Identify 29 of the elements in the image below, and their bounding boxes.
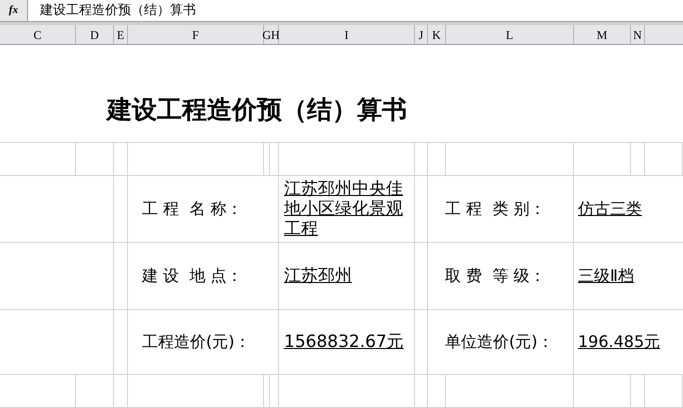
column-header[interactable]: GH (264, 25, 279, 44)
field-label: 单位造价(元)： (445, 331, 554, 353)
column-header[interactable]: K (428, 25, 446, 44)
field-label: 建 设 地 点： (142, 265, 242, 287)
field-label: 取 费 等 级： (445, 265, 546, 287)
field-value: 江苏邳州中央佳地小区绿化景观工程 (284, 179, 404, 239)
field-value: 1568832.67元 (284, 332, 404, 352)
column-header[interactable]: N (631, 25, 645, 44)
column-header[interactable]: E (114, 25, 128, 44)
field-label: 工 程 类 别： (445, 198, 546, 220)
sheet-cell (76, 375, 114, 408)
field-value: 江苏邳州 (284, 266, 352, 286)
column-header[interactable]: L (446, 25, 574, 44)
field-value: 三级Ⅱ档 (578, 265, 634, 287)
column-header[interactable]: M (574, 25, 631, 44)
field-value: 196.485元 (578, 331, 660, 353)
formula-field[interactable]: 建设工程造价预（结）算书 (28, 0, 683, 21)
column-header[interactable]: J (415, 25, 428, 44)
column-header[interactable]: D (76, 25, 114, 44)
field-value: 仿古三类 (578, 198, 642, 220)
column-header[interactable]: I (279, 25, 415, 44)
column-header[interactable]: C (0, 25, 76, 44)
sheet-cell (415, 375, 428, 408)
field-label: 工 程 名 称： (142, 198, 242, 220)
sheet-cell (114, 375, 128, 408)
column-header[interactable]: F (128, 25, 264, 44)
sheet-title: 建设工程造价预（结）算书 (107, 94, 407, 126)
function-button[interactable]: fx (0, 0, 28, 21)
field-label: 工程造价(元)： (142, 331, 250, 353)
